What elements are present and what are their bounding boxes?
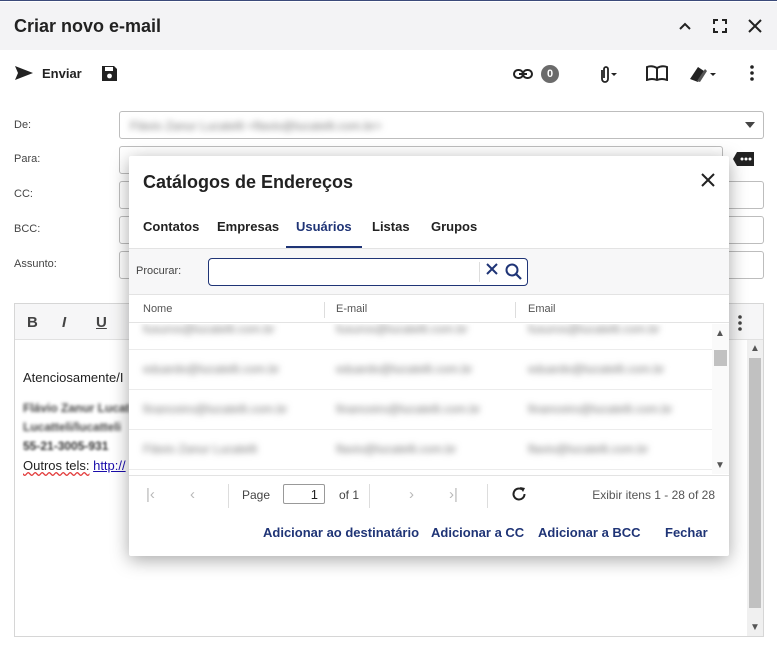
search-divider	[479, 262, 480, 282]
cell-email: fusuros@lucatelli.com.br	[528, 324, 660, 336]
dialog-actions: Adicionar ao destinatário Adicionar a CC…	[129, 514, 729, 554]
cell-email: financeiro@lucatelli.com.br	[528, 402, 673, 416]
catalog-tabs: Contatos Empresas Usuários Listas Grupos	[129, 214, 729, 248]
users-grid: fusuros@lucatelli.com.br fusuros@lucatel…	[129, 324, 712, 474]
table-row[interactable]: financeiro@lucatelli.com.br financeiro@l…	[129, 390, 712, 430]
cell-nome: financeiro@lucatelli.com.br	[143, 402, 288, 416]
clear-search-button[interactable]	[486, 262, 498, 280]
last-page-icon[interactable]: ›|	[449, 486, 458, 503]
tab-listas[interactable]: Listas	[372, 219, 410, 246]
page-label: Page	[242, 488, 271, 502]
cell-nome: eduardo@lucatelli.com.br	[143, 362, 280, 376]
refresh-button[interactable]	[511, 486, 527, 507]
add-to-cc-button[interactable]: Adicionar a CC	[431, 525, 524, 540]
table-row[interactable]: eduardo@lucatelli.com.br eduardo@lucatel…	[129, 350, 712, 390]
column-header-email[interactable]: Email	[528, 303, 556, 315]
add-to-bcc-button[interactable]: Adicionar a BCC	[538, 525, 641, 540]
column-divider[interactable]	[324, 302, 325, 318]
scrollbar-thumb[interactable]	[714, 350, 727, 366]
table-row[interactable]: fusuros@lucatelli.com.br fusuros@lucatel…	[129, 324, 712, 350]
next-page-icon[interactable]: ›	[409, 486, 414, 503]
pager-divider	[487, 484, 488, 508]
first-page-icon[interactable]: |‹	[146, 486, 155, 503]
chevron-down-icon[interactable]: ▼	[715, 460, 725, 471]
close-icon	[701, 173, 715, 187]
refresh-icon	[512, 487, 526, 501]
page-total: of 1	[339, 488, 360, 502]
grid-header: Nome E-mail Email	[129, 296, 729, 323]
page-number-input[interactable]: 1	[283, 484, 325, 504]
items-info: Exibir itens 1 - 28 of 28	[592, 488, 715, 502]
column-header-e-mail[interactable]: E-mail	[336, 303, 367, 315]
cell-nome: Flávio Zanur Lucatelli	[143, 442, 258, 456]
cell-email: flavio@lucatelli.com.br	[528, 442, 649, 456]
close-icon	[486, 263, 498, 275]
cell-e-mail: eduardo@lucatelli.com.br	[336, 362, 473, 376]
pager-divider	[228, 484, 229, 508]
tab-grupos[interactable]: Grupos	[431, 219, 477, 246]
tab-usuarios[interactable]: Usuários	[286, 219, 362, 248]
column-divider[interactable]	[515, 302, 516, 318]
search-icon	[505, 263, 522, 280]
tab-contatos[interactable]: Contatos	[143, 219, 199, 246]
close-dialog-button[interactable]: Fechar	[665, 525, 708, 540]
chevron-up-icon[interactable]: ▲	[715, 328, 725, 339]
tab-empresas[interactable]: Empresas	[217, 219, 279, 246]
prev-page-icon[interactable]: ‹	[190, 486, 195, 503]
grid-pager: |‹ ‹ Page 1 of 1 › ›| Exibir itens 1 - 2…	[129, 475, 729, 513]
dialog-close-button[interactable]	[701, 170, 715, 193]
modal-overlay: Catálogos de Endereços Contatos Empresas…	[0, 0, 777, 649]
cell-e-mail: financeiro@lucatelli.com.br	[336, 402, 481, 416]
cell-e-mail: flavio@lucatelli.com.br	[336, 442, 457, 456]
search-label: Procurar:	[136, 265, 182, 277]
add-to-recipient-button[interactable]: Adicionar ao destinatário	[263, 525, 419, 540]
address-book-dialog: Catálogos de Endereços Contatos Empresas…	[129, 156, 729, 556]
cell-e-mail: fusuros@lucatelli.com.br	[336, 324, 468, 336]
search-bar: Procurar:	[129, 248, 729, 295]
search-box	[208, 258, 528, 286]
pager-divider	[369, 484, 370, 508]
dialog-title: Catálogos de Endereços	[143, 172, 354, 192]
table-row[interactable]: Flávio Zanur Lucatelli flavio@lucatelli.…	[129, 430, 712, 470]
column-header-nome[interactable]: Nome	[143, 303, 172, 315]
search-button[interactable]	[505, 263, 522, 285]
grid-scrollbar[interactable]: ▲ ▼	[712, 324, 729, 474]
cell-email: eduardo@lucatelli.com.br	[528, 362, 665, 376]
cell-nome: fusuros@lucatelli.com.br	[143, 324, 275, 336]
search-input[interactable]	[215, 262, 475, 282]
